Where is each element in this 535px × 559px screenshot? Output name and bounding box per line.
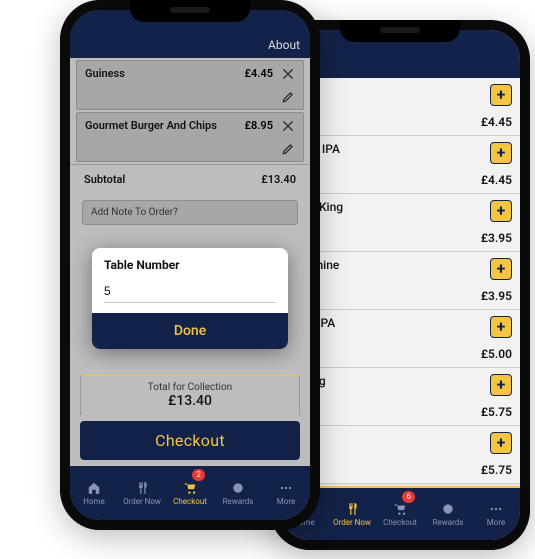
cart-item-name: Gourmet Burger And Chips <box>85 119 217 132</box>
device-notch <box>130 0 250 22</box>
tab-more[interactable]: More <box>262 466 310 520</box>
cart-item-name: Guiness <box>85 67 125 80</box>
cart-item-price: £8.95 <box>245 119 273 132</box>
device-notch <box>340 20 460 42</box>
tab-label: More <box>277 497 295 506</box>
edit-icon[interactable] <box>281 142 295 159</box>
item-name: iness <box>290 84 512 98</box>
checkout-badge: 6 <box>402 491 415 503</box>
item-price: £5.00 <box>481 347 512 361</box>
subtotal-row: Subtotal £13.40 <box>70 164 310 194</box>
close-icon[interactable] <box>281 67 295 84</box>
total-value: £13.40 <box>81 393 299 409</box>
tab-label: Rewards <box>223 497 254 506</box>
tab-checkout[interactable]: 6 Checkout <box>376 488 424 540</box>
item-name: ewdog <box>290 374 512 388</box>
total-summary: Total for Collection £13.40 <box>80 375 300 415</box>
plus-icon[interactable]: + <box>490 258 512 280</box>
item-name: ssion IPA <box>290 142 512 156</box>
rewards-icon <box>229 481 247 495</box>
tab-label: Checkout <box>173 497 207 506</box>
tab-label: Rewards <box>433 518 464 527</box>
item-price: £3.95 <box>481 231 512 245</box>
cart-item: Gourmet Burger And Chips £8.95 <box>76 112 304 162</box>
item-price: £5.75 <box>481 405 512 419</box>
table-number-modal: Table Number Done <box>92 248 288 349</box>
total-label: Total for Collection <box>81 382 299 393</box>
item-name: eene King <box>290 200 512 214</box>
plus-icon[interactable]: + <box>490 432 512 454</box>
cart-icon <box>181 481 199 495</box>
cart-icon <box>391 502 409 516</box>
more-icon <box>277 481 295 495</box>
item-price: £4.45 <box>481 173 512 187</box>
tab-label: Order Now <box>123 497 161 506</box>
checkout-button[interactable]: Checkout <box>80 421 300 460</box>
more-icon <box>487 502 505 516</box>
item-name: oonshine <box>290 258 512 272</box>
tab-home[interactable]: Home <box>70 466 118 520</box>
tab-rewards[interactable]: Rewards <box>424 488 472 540</box>
item-price: £3.95 <box>481 289 512 303</box>
item-name: nber IPA <box>290 316 512 330</box>
tab-label: Home <box>83 497 105 506</box>
tab-order-now[interactable]: Order Now <box>118 466 166 520</box>
table-number-input[interactable] <box>104 280 276 303</box>
cart-item-price: £4.45 <box>245 67 273 80</box>
modal-title: Table Number <box>92 248 288 276</box>
tab-order-now[interactable]: Order Now <box>328 488 376 540</box>
item-price: £5.75 <box>481 463 512 477</box>
done-button[interactable]: Done <box>92 313 288 349</box>
checkout-badge: 2 <box>192 469 205 481</box>
phone-checkout: About Guiness £4.45 Gourmet Burger And C… <box>60 0 320 530</box>
order-note-input[interactable]: Add Note To Order? <box>82 200 298 225</box>
plus-icon[interactable]: + <box>490 200 512 222</box>
tab-label: Checkout <box>383 518 417 527</box>
subtotal-label: Subtotal <box>84 173 125 186</box>
item-name: ose <box>290 432 512 446</box>
subtotal-value: £13.40 <box>261 173 296 186</box>
cart-item: Guiness £4.45 <box>76 60 304 110</box>
plus-icon[interactable]: + <box>490 142 512 164</box>
cutlery-icon <box>343 502 361 516</box>
tab-more[interactable]: More <box>472 488 520 540</box>
edit-icon[interactable] <box>281 90 295 107</box>
tab-rewards[interactable]: Rewards <box>214 466 262 520</box>
plus-icon[interactable]: + <box>490 316 512 338</box>
tab-label: More <box>487 518 505 527</box>
home-icon <box>85 481 103 495</box>
tab-checkout[interactable]: 2 Checkout <box>166 466 214 520</box>
plus-icon[interactable]: + <box>490 374 512 396</box>
cutlery-icon <box>133 481 151 495</box>
item-price: £4.45 <box>481 115 512 129</box>
tab-label: Order Now <box>333 518 371 527</box>
close-icon[interactable] <box>281 119 295 136</box>
rewards-icon <box>439 502 457 516</box>
plus-icon[interactable]: + <box>490 84 512 106</box>
about-link[interactable]: About <box>268 38 300 52</box>
tab-bar: Home Order Now 2 Checkout Rewards More <box>70 466 310 520</box>
